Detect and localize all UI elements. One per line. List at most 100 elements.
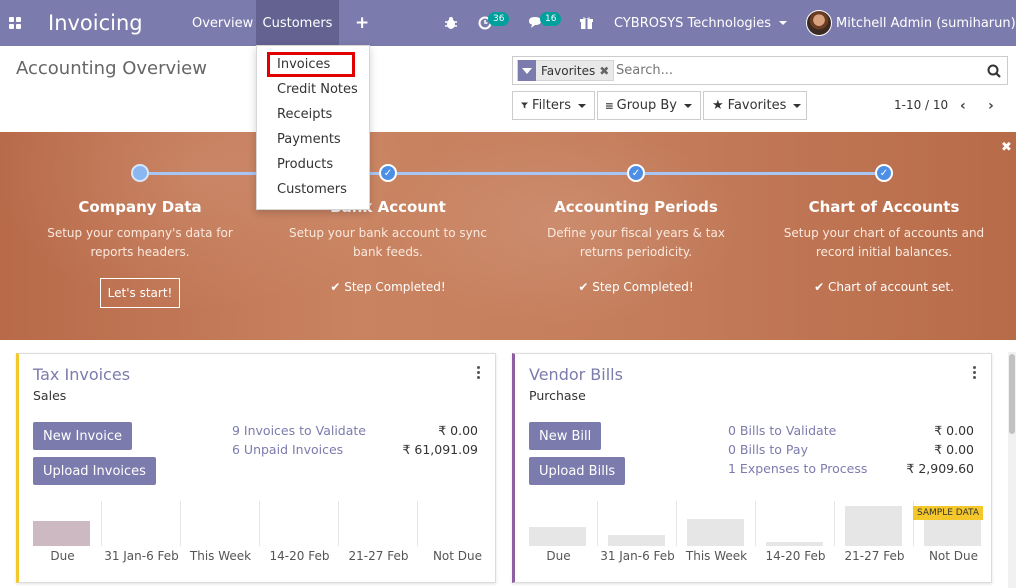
menu-item-receipts[interactable]: Receipts — [277, 104, 332, 126]
pager-previous-icon[interactable]: ‹ — [960, 98, 966, 114]
more-options-icon[interactable] — [973, 366, 977, 379]
graph-bar — [766, 542, 823, 546]
check-icon: ✓ — [379, 164, 397, 182]
apps-menu-icon[interactable] — [9, 0, 23, 46]
graph-bar — [845, 506, 902, 546]
favorites-label: Favorites — [727, 98, 787, 113]
graph-bar — [33, 521, 90, 546]
gift-icon[interactable] — [580, 0, 593, 46]
graph-bar — [529, 527, 586, 546]
step-description: Setup your company's data for reports he… — [20, 224, 260, 262]
pager-value[interactable]: 1-10 / 10 — [894, 98, 948, 112]
chevron-down-icon — [578, 103, 586, 108]
filters-label: Filters — [532, 98, 571, 113]
menu-item-credit-notes[interactable]: Credit Notes — [277, 79, 358, 101]
step-status: ✔ Chart of account set. — [764, 280, 1004, 294]
graph-label: 21-27 Feb — [844, 549, 905, 563]
step-desc-line: reports headers. — [90, 245, 190, 259]
page-title: Accounting Overview — [16, 58, 207, 79]
step-status: ✔ Step Completed! — [268, 280, 508, 294]
step-desc-line: returns periodicity. — [579, 245, 693, 259]
app-brand[interactable]: Invoicing — [48, 0, 143, 46]
more-options-icon[interactable] — [477, 366, 481, 379]
check-icon: ✔ — [330, 280, 341, 294]
sample-data-badge: SAMPLE DATA — [913, 506, 983, 520]
step-desc-line: Setup your company's data for — [47, 226, 233, 240]
step-status-text: Step Completed! — [592, 280, 694, 294]
remove-facet-icon[interactable]: ✖ — [599, 64, 609, 78]
graph-label: This Week — [685, 549, 748, 563]
menu-item-products[interactable]: Products — [277, 154, 333, 176]
invoices-to-validate-link[interactable]: 9 Invoices to Validate — [232, 423, 366, 438]
graph-bar — [608, 535, 665, 546]
search-input[interactable] — [616, 63, 976, 78]
invoices-to-validate-amount: ₹ 0.00 — [438, 423, 478, 438]
journal-card-tax-invoices: Tax Invoices Sales New Invoice Upload In… — [16, 353, 496, 583]
menu-item-payments[interactable]: Payments — [277, 129, 341, 151]
menu-item-invoices[interactable]: Invoices — [277, 54, 330, 76]
chevron-down-icon — [684, 103, 692, 108]
step-description: Setup your bank account to sync bank fee… — [268, 224, 508, 262]
graph-label: 14-20 Feb — [269, 549, 330, 563]
search-icon[interactable] — [987, 64, 1001, 78]
company-name: CYBROSYS Technologies — [614, 15, 772, 31]
favorites-button[interactable]: ★ Favorites — [703, 91, 807, 120]
messages-count-badge: 16 — [540, 12, 562, 26]
journal-title[interactable]: Tax Invoices — [33, 365, 130, 384]
journal-card-vendor-bills: Vendor Bills Purchase New Bill Upload Bi… — [512, 353, 992, 583]
step-desc-line: Setup your bank account to sync — [289, 226, 487, 240]
menu-customers[interactable]: Customers — [256, 0, 339, 46]
onboarding-banner: ✖ ✓ ✓ ✓ Company Data Setup your company'… — [0, 132, 1016, 340]
step-title: Chart of Accounts — [808, 198, 960, 216]
step-description: Define your fiscal years & tax returns p… — [516, 224, 756, 262]
new-bill-button[interactable]: New Bill — [529, 422, 602, 450]
journal-title[interactable]: Vendor Bills — [529, 365, 623, 384]
step-status-text: Step Completed! — [344, 280, 446, 294]
graph-column — [418, 501, 495, 546]
pager-next-icon[interactable]: › — [988, 98, 994, 114]
expenses-to-process-link[interactable]: 1 Expenses to Process — [728, 461, 867, 476]
funnel-icon — [521, 102, 529, 109]
plus-menu-icon[interactable]: + — [355, 0, 369, 46]
user-menu[interactable]: Mitchell Admin (sumiharun) — [836, 0, 1016, 46]
close-icon[interactable]: ✖ — [1001, 140, 1012, 155]
new-invoice-button[interactable]: New Invoice — [33, 422, 132, 450]
graph-column — [339, 501, 418, 546]
search-bar[interactable]: Favorites ✖ — [512, 56, 1008, 85]
graph-column — [260, 501, 339, 546]
bills-to-validate-amount: ₹ 0.00 — [934, 423, 974, 438]
company-switcher[interactable]: CYBROSYS Technologies — [614, 0, 788, 46]
step-desc-line: Setup your chart of accounts and — [783, 226, 985, 240]
customers-dropdown-menu: Invoices Credit Notes Receipts Payments … — [256, 45, 370, 210]
filters-button[interactable]: Filters — [512, 91, 595, 120]
aging-graph[interactable]: Due 31 Jan-6 Feb This Week 14-20 Feb 21-27 F… — [19, 501, 495, 563]
graph-label: 31 Jan-6 Feb — [104, 549, 179, 563]
upload-invoices-button[interactable]: Upload Invoices — [33, 457, 156, 485]
journal-type: Purchase — [529, 388, 586, 403]
bills-to-pay-link[interactable]: 0 Bills to Pay — [728, 442, 808, 457]
menu-overview[interactable]: Overview — [192, 0, 253, 46]
expenses-to-process-amount: ₹ 2,909.60 — [906, 461, 974, 476]
check-icon: ✓ — [627, 164, 645, 182]
favorites-facet[interactable]: Favorites ✖ — [517, 60, 615, 81]
step-desc-line: Define your fiscal years & tax — [547, 226, 725, 240]
journal-type: Sales — [33, 388, 67, 403]
bills-to-validate-link[interactable]: 0 Bills to Validate — [728, 423, 836, 438]
user-name: Mitchell Admin (sumiharun) — [836, 15, 1016, 31]
progress-line — [140, 172, 885, 175]
scrollbar-thumb[interactable] — [1009, 354, 1015, 434]
upload-bills-button[interactable]: Upload Bills — [529, 457, 626, 485]
unpaid-invoices-link[interactable]: 6 Unpaid Invoices — [232, 442, 343, 457]
list-icon — [606, 102, 613, 109]
bug-icon[interactable] — [444, 0, 458, 46]
menu-item-customers[interactable]: Customers — [277, 179, 347, 201]
activity-count-badge: 36 — [488, 12, 510, 26]
lets-start-button[interactable]: Let's start! — [100, 278, 180, 308]
group-by-button[interactable]: Group By — [597, 91, 701, 120]
facet-label: Favorites — [541, 63, 596, 78]
graph-label: 14-20 Feb — [765, 549, 826, 563]
graph-column — [181, 501, 260, 546]
graph-label: Due — [546, 549, 571, 563]
step-description: Setup your chart of accounts and record … — [764, 224, 1004, 262]
user-avatar[interactable] — [806, 0, 832, 46]
